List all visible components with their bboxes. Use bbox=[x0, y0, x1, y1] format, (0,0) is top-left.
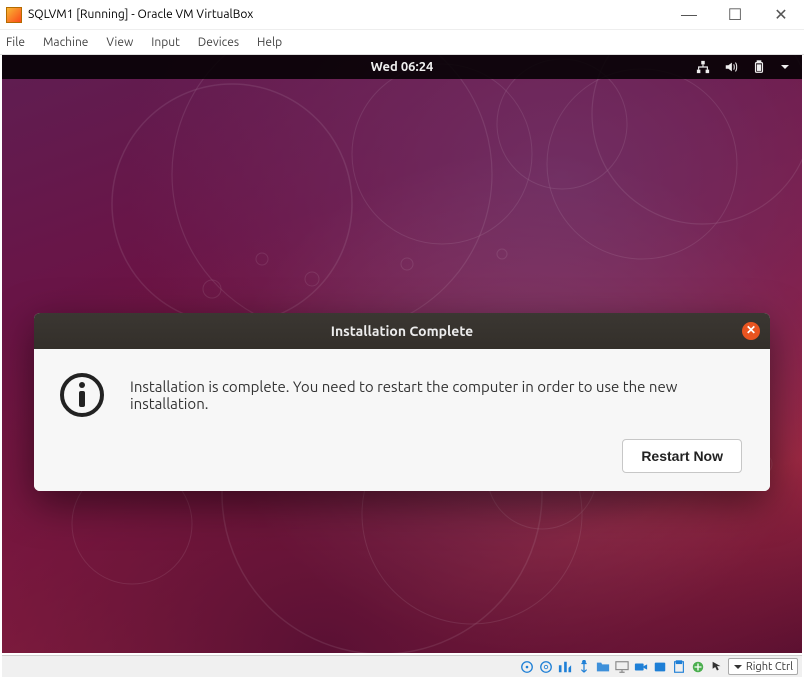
clipboard-icon[interactable] bbox=[671, 659, 687, 675]
install-complete-dialog: Installation Complete ✕ Installation is … bbox=[34, 313, 770, 491]
vm-display: Wed 06:24 Installation Complete ✕ bbox=[2, 55, 802, 653]
menu-file[interactable]: File bbox=[6, 36, 25, 49]
audio-icon[interactable] bbox=[652, 659, 668, 675]
dialog-titlebar[interactable]: Installation Complete ✕ bbox=[34, 313, 770, 349]
menu-devices[interactable]: Devices bbox=[198, 36, 239, 49]
shared-folder-icon[interactable] bbox=[595, 659, 611, 675]
info-icon bbox=[58, 371, 106, 419]
close-icon: ✕ bbox=[746, 325, 756, 337]
volume-icon[interactable] bbox=[724, 60, 738, 74]
network-icon[interactable] bbox=[696, 60, 710, 74]
usb-icon[interactable] bbox=[576, 659, 592, 675]
window-title: SQLVM1 [Running] - Oracle VM VirtualBox bbox=[28, 8, 253, 21]
virtualbox-icon bbox=[6, 7, 22, 23]
dropdown-icon[interactable] bbox=[780, 62, 790, 72]
keyboard-icon bbox=[733, 662, 743, 672]
display-icon[interactable] bbox=[614, 659, 630, 675]
host-key-indicator[interactable]: Right Ctrl bbox=[728, 658, 798, 675]
minimize-button[interactable]: — bbox=[666, 0, 712, 30]
menubar: File Machine View Input Devices Help bbox=[0, 30, 804, 55]
restart-now-button[interactable]: Restart Now bbox=[622, 439, 742, 473]
dialog-body: Installation is complete. You need to re… bbox=[34, 349, 770, 491]
menu-input[interactable]: Input bbox=[151, 36, 180, 49]
gnome-clock[interactable]: Wed 06:24 bbox=[371, 60, 434, 74]
gnome-topbar[interactable]: Wed 06:24 bbox=[2, 55, 802, 79]
virtualbox-statusbar: Right Ctrl bbox=[2, 655, 802, 677]
dialog-message: Installation is complete. You need to re… bbox=[130, 378, 742, 412]
dialog-close-button[interactable]: ✕ bbox=[742, 322, 760, 340]
menu-machine[interactable]: Machine bbox=[43, 36, 88, 49]
dialog-title: Installation Complete bbox=[331, 323, 473, 339]
optical-icon[interactable] bbox=[538, 659, 554, 675]
window-titlebar: SQLVM1 [Running] - Oracle VM VirtualBox … bbox=[0, 0, 804, 30]
recording-icon[interactable] bbox=[633, 659, 649, 675]
guest-additions-icon[interactable] bbox=[690, 659, 706, 675]
gnome-status-area[interactable] bbox=[696, 55, 790, 79]
battery-icon[interactable] bbox=[752, 60, 766, 74]
menu-view[interactable]: View bbox=[106, 36, 133, 49]
close-button[interactable]: ✕ bbox=[758, 0, 804, 30]
maximize-button[interactable]: ☐ bbox=[712, 0, 758, 30]
host-key-label: Right Ctrl bbox=[746, 661, 793, 673]
mouse-integration-icon[interactable] bbox=[709, 659, 725, 675]
harddisk-icon[interactable] bbox=[519, 659, 535, 675]
network-adapter-icon[interactable] bbox=[557, 659, 573, 675]
menu-help[interactable]: Help bbox=[257, 36, 282, 49]
